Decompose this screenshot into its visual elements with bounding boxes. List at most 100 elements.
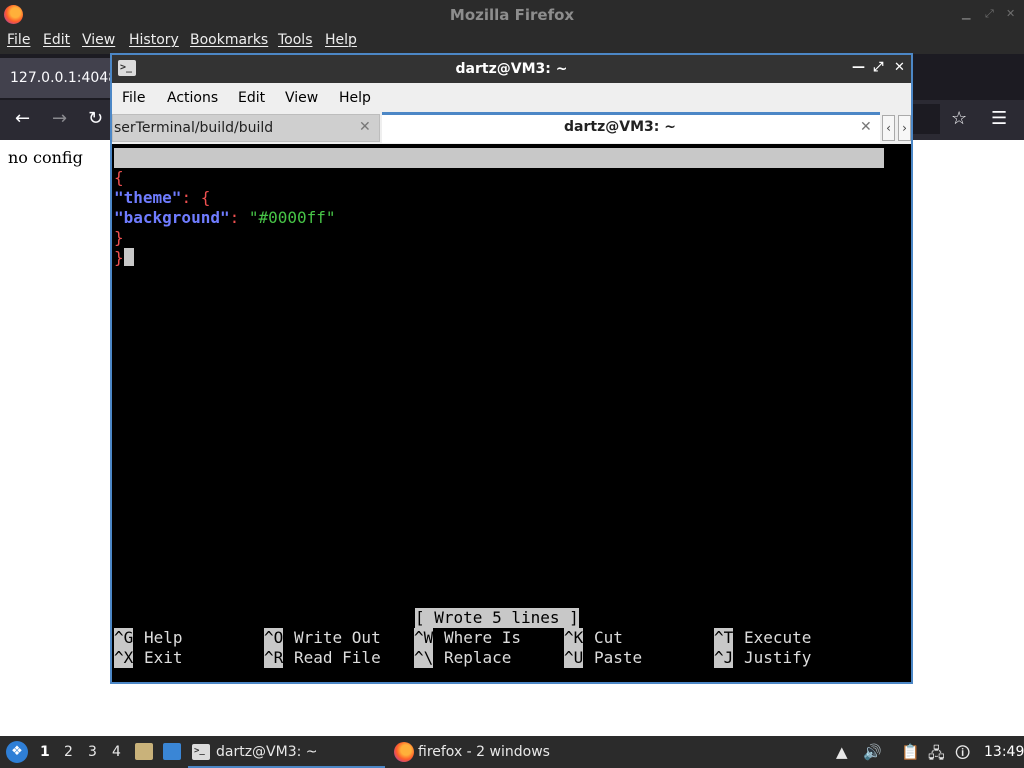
close-icon[interactable]: ✕ [894,60,905,75]
editor-token: { [200,188,211,207]
file-manager-icon[interactable] [135,743,153,760]
terminal-tabbar: serTerminal/build/build ✕ dartz@VM3: ~ ✕… [112,112,911,144]
workspace-4[interactable]: 4 [112,744,121,760]
firefox-titlebar: Mozilla Firefox ▁ ⤢ ✕ [0,0,1024,29]
shortcut-key: ^R [264,648,284,668]
editor-token: } [114,248,124,267]
shortcut-key: ^T [714,628,734,648]
menu-file[interactable]: File [7,32,30,48]
editor-token: "#0000ff" [248,208,336,227]
tab-scroll-right-icon[interactable]: › [898,115,911,141]
hamburger-menu-icon[interactable]: ☰ [991,109,1007,129]
editor-line: "background": "#0000ff" [114,208,336,228]
shortcut-key: ^U [564,648,584,668]
firefox-icon [394,742,414,762]
shortcut-key: ^O [264,628,284,648]
tab-label: dartz@VM3: ~ [564,119,676,135]
bookmark-star-icon[interactable]: ☆ [951,109,967,129]
shortcut-label: Help [144,628,183,647]
minimize-icon[interactable]: ▁ [962,7,970,20]
terminal-icon: >_ [192,744,210,760]
shortcut-label: Where Is [444,628,522,647]
close-tab-icon[interactable]: ✕ [860,119,872,135]
shortcut-key: ^G [114,628,134,648]
editor-token: "theme" [114,188,182,207]
firefox-window-title: Mozilla Firefox [449,6,575,24]
editor-line: } [114,228,124,248]
shortcut-key: ^K [564,628,584,648]
shortcut-label: Execute [744,628,812,647]
terminal-tab-build[interactable]: serTerminal/build/build ✕ [112,114,380,142]
nano-status-message: [ Wrote 5 lines ] [415,608,579,628]
forward-arrow-icon[interactable]: → [52,109,67,129]
terminal-tab-active[interactable]: dartz@VM3: ~ ✕ [382,112,880,143]
editor-line: { [114,168,124,188]
close-icon[interactable]: ✕ [1006,7,1015,20]
menu-help[interactable]: Help [325,32,357,48]
minimize-icon[interactable]: — [852,60,865,75]
menu-history[interactable]: History [129,32,179,48]
task-firefox[interactable]: firefox - 2 windows [390,736,590,768]
text-cursor [123,248,134,266]
back-arrow-icon[interactable]: ← [15,109,30,129]
menu-view[interactable]: View [82,32,115,48]
shortcut-key: ^X [114,648,134,668]
menu-view[interactable]: View [285,90,318,106]
shortcut-key: ^W [414,628,434,648]
nano-filename: ./.config/browserterminal.json [376,188,665,207]
task-terminal[interactable]: >_ dartz@VM3: ~ [188,736,385,768]
menu-help[interactable]: Help [339,90,371,106]
shortcut-label: Exit [144,648,183,667]
editor-token: } [114,228,124,247]
url-bar[interactable] [912,104,940,134]
nano-header: GNU nano 6.2 ./.config/browserterminal.j… [114,148,884,207]
editor-token: { [114,168,124,187]
terminal-menubar: File Actions Edit View Help [112,83,911,112]
editor-line: "theme": { [114,188,210,208]
firefox-menubar: File Edit View History Bookmarks Tools H… [0,29,1024,54]
menu-tools[interactable]: Tools [278,32,313,48]
clock: 13:49 [984,744,1024,760]
notification-icon[interactable]: 🛈 [955,743,970,768]
menu-file[interactable]: File [122,90,145,106]
shortcut-label: Replace [444,648,512,667]
editor-token: "background" [114,208,230,227]
task-label: firefox - 2 windows [418,744,550,760]
page-text: no config [8,148,83,167]
shortcut-label: Paste [594,648,643,667]
menu-edit[interactable]: Edit [43,32,70,48]
shortcut-label: Justify [744,648,812,667]
terminal-titlebar: >_ dartz@VM3: ~ — ⤢ ✕ [112,55,911,83]
start-menu-icon[interactable]: ❖ [6,741,28,763]
shortcut-key: ^J [714,648,734,668]
menu-actions[interactable]: Actions [167,90,218,106]
workspace-2[interactable]: 2 [64,744,73,760]
workspace-3[interactable]: 3 [88,744,97,760]
task-label: dartz@VM3: ~ [216,744,318,760]
terminal-screen[interactable]: GNU nano 6.2 ./.config/browserterminal.j… [114,145,909,682]
network-icon[interactable]: 🖧 [928,743,945,768]
maximize-icon[interactable]: ⤢ [985,7,994,21]
menu-bookmarks[interactable]: Bookmarks [190,32,268,48]
terminal-window: >_ dartz@VM3: ~ — ⤢ ✕ File Actions Edit … [110,53,913,684]
editor-token: : [229,208,249,227]
close-tab-icon[interactable]: ✕ [359,119,371,135]
tab-scroll-left-icon[interactable]: ‹ [882,115,895,141]
shortcut-label: Write Out [294,628,381,647]
shortcut-label: Read File [294,648,381,667]
workspace-1[interactable]: 1 [40,744,50,760]
editor-line: } [114,248,134,268]
firefox-tab[interactable]: 127.0.0.1:4048 [0,58,112,98]
shortcut-label: Cut [594,628,623,647]
volume-icon[interactable]: 🔊 [863,743,882,761]
tab-label: serTerminal/build/build [114,120,274,136]
clipboard-icon[interactable]: 📋 [901,743,920,761]
taskbar: ❖ 1 2 3 4 >_ dartz@VM3: ~ firefox - 2 wi… [0,736,1024,768]
menu-edit[interactable]: Edit [238,90,265,106]
reload-icon[interactable]: ↻ [88,109,103,129]
shortcut-key: ^\ [414,648,434,668]
updates-icon[interactable]: ▲ [836,743,848,761]
show-desktop-icon[interactable] [163,743,181,760]
editor-token: : [181,188,201,207]
maximize-icon[interactable]: ⤢ [873,60,883,75]
